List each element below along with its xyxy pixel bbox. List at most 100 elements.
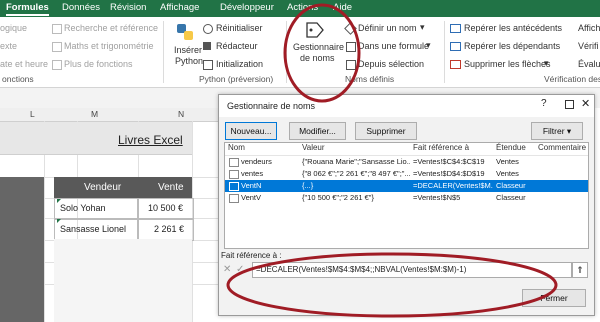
create-from-selection-icon [346, 60, 356, 70]
cell-vendeur-1: Solo Yohan [60, 203, 106, 213]
close-icon[interactable]: ✕ [581, 97, 590, 110]
col-fait-reference[interactable]: Fait référence à [413, 143, 469, 152]
ribbon-reperer-antecedents[interactable]: Repérer les antécédents [464, 23, 562, 33]
list-item[interactable]: VentV {"10 500 €";"2 261 €"} =Ventes!$N$… [225, 192, 588, 204]
list-item-selected[interactable]: VentN {...} =DECALER(Ventes!$M... Classe… [225, 180, 588, 192]
list-item[interactable]: ventes {"8 062 €";"2 261 €";"8 497 €";".… [225, 168, 588, 180]
name-manager-line1[interactable]: Gestionnaire [293, 42, 344, 52]
col-commentaire[interactable]: Commentaire [538, 143, 586, 152]
group-label-python: Python (préversion) [199, 74, 274, 84]
tab-actions[interactable]: Actions [287, 2, 318, 13]
cell-comment-marker [57, 219, 61, 223]
name-manager-dialog: Gestionnaire de noms ? ✕ Nouveau... Modi… [218, 94, 595, 316]
ref-label: Fait référence à : [221, 251, 282, 260]
ribbon-initialization[interactable]: Initialization [216, 59, 263, 69]
use-in-formula-icon [346, 42, 356, 52]
ref-formula-text: =DECALER(Ventes!$M$4:$M$4;;NBVAL(Ventes!… [256, 265, 467, 274]
tab-aide[interactable]: Aide [333, 2, 352, 13]
insert-python-line2[interactable]: Python [175, 56, 203, 66]
edit-button[interactable]: Modifier... [289, 122, 346, 140]
column-header-row: L M N [0, 108, 230, 122]
math-icon [52, 42, 62, 52]
cell-vente-1: 10 500 € [148, 203, 184, 213]
chevron-down-icon: ▾ [564, 126, 572, 136]
group-separator [163, 21, 164, 83]
trace-precedents-icon [450, 24, 461, 33]
editor-icon [203, 42, 211, 50]
collapse-dialog-icon[interactable]: ⇑ [572, 262, 588, 278]
group-label-fonctions: onctions [2, 74, 34, 84]
column-header-l[interactable]: L [30, 109, 35, 119]
scope-cell: Ventes [496, 157, 519, 166]
ribbon-dans-formule[interactable]: Dans une formule [358, 41, 429, 51]
name-cell: vendeurs [241, 157, 272, 166]
ribbon-maths-trigo[interactable]: Maths et trigonométrie [64, 41, 154, 51]
sheet-title-link[interactable]: Livres Excel [118, 133, 183, 147]
table-icon [229, 194, 239, 203]
ref-cell: =DECALER(Ventes!$M... [413, 181, 493, 190]
ribbon: ogique exte ate et heure onctions Recher… [0, 17, 600, 88]
ribbon-recherche-reference[interactable]: Recherche et référence [64, 23, 158, 33]
group-separator [444, 21, 445, 83]
scope-cell: Classeur [496, 193, 526, 202]
ribbon-definir-nom[interactable]: Définir un nom [358, 23, 417, 33]
help-icon[interactable]: ? [541, 98, 547, 109]
ribbon-logique[interactable]: ogique [0, 23, 27, 33]
tab-revision[interactable]: Révision [110, 2, 146, 13]
column-header-n[interactable]: N [178, 109, 184, 119]
ribbon-texte[interactable]: exte [0, 41, 17, 51]
chevron-down-icon[interactable]: ▾ [544, 58, 549, 69]
ref-cell: =Ventes!$N$5 [413, 193, 461, 202]
column-header-m[interactable]: M [91, 109, 98, 119]
col-nom[interactable]: Nom [228, 143, 245, 152]
lookup-icon [52, 24, 62, 34]
ribbon-verification[interactable]: Vérifi [578, 41, 599, 51]
new-button[interactable]: Nouveau... [225, 122, 277, 140]
chevron-down-icon[interactable]: ▾ [426, 40, 431, 51]
trace-dependents-icon [450, 42, 461, 51]
tab-formules[interactable]: Formules [6, 2, 49, 16]
value-cell: {...} [302, 181, 314, 190]
header-vendeur: Vendeur [84, 182, 122, 193]
decorative-image-panel [0, 177, 44, 322]
empty-cells [54, 239, 192, 322]
scope-cell: Classeur [496, 181, 526, 190]
ref-formula-input[interactable]: =DECALER(Ventes!$M$4:$M$4;;NBVAL(Ventes!… [252, 262, 572, 278]
ribbon-plus-fonctions[interactable]: Plus de fonctions [64, 59, 133, 69]
cancel-edit-icon[interactable]: ✕ [223, 264, 231, 275]
name-manager-line2[interactable]: de noms [300, 53, 335, 63]
filter-label: Filtrer [542, 126, 565, 136]
chevron-down-icon[interactable]: ▾ [420, 22, 425, 33]
ref-cell: =Ventes!$D$4:$D$19 [413, 169, 485, 178]
ribbon-reinitialiser[interactable]: Réinitialiser [216, 23, 263, 33]
init-icon [203, 60, 213, 70]
insert-python-line1[interactable]: Insérer [174, 45, 202, 55]
confirm-edit-icon[interactable]: ✓ [236, 264, 244, 275]
col-valeur[interactable]: Valeur [302, 143, 325, 152]
ribbon-depuis-selection[interactable]: Depuis sélection [358, 59, 424, 69]
ref-cell: =Ventes!$C$4:$C$19 [413, 157, 485, 166]
group-label-noms: Noms définis [345, 74, 395, 84]
maximize-icon[interactable] [565, 100, 574, 109]
tab-developpeur[interactable]: Développeur [220, 2, 274, 13]
value-cell: {"8 062 €";"2 261 €";"8 497 €";"... [302, 169, 410, 178]
table-icon [229, 170, 239, 179]
define-name-icon [344, 22, 357, 35]
col-etendue[interactable]: Étendue [496, 143, 526, 152]
table-icon [229, 158, 239, 167]
tab-affichage[interactable]: Affichage [160, 2, 199, 13]
delete-button[interactable]: Supprimer [355, 122, 417, 140]
tab-donnees[interactable]: Données [62, 2, 100, 13]
close-button[interactable]: Fermer [522, 289, 586, 307]
ribbon-tab-bar: Formules Données Révision Affichage Déve… [0, 0, 600, 17]
ribbon-supprimer-fleches[interactable]: Supprimer les flèches [464, 59, 551, 69]
ribbon-reperer-dependants[interactable]: Repérer les dépendants [464, 41, 560, 51]
names-listview[interactable]: Nom Valeur Fait référence à Étendue Comm… [224, 142, 589, 249]
ribbon-evaluation[interactable]: Évalu [578, 59, 600, 69]
name-cell: VentN [241, 181, 262, 190]
filter-button[interactable]: Filtrer ▾ [531, 122, 583, 140]
list-item[interactable]: vendeurs {"Rouana Marie";"Sansasse Lio..… [225, 156, 588, 168]
ribbon-afficher-formules[interactable]: Affich [578, 23, 600, 33]
ribbon-date-heure[interactable]: ate et heure [0, 59, 48, 69]
ribbon-redacteur[interactable]: Rédacteur [216, 41, 258, 51]
